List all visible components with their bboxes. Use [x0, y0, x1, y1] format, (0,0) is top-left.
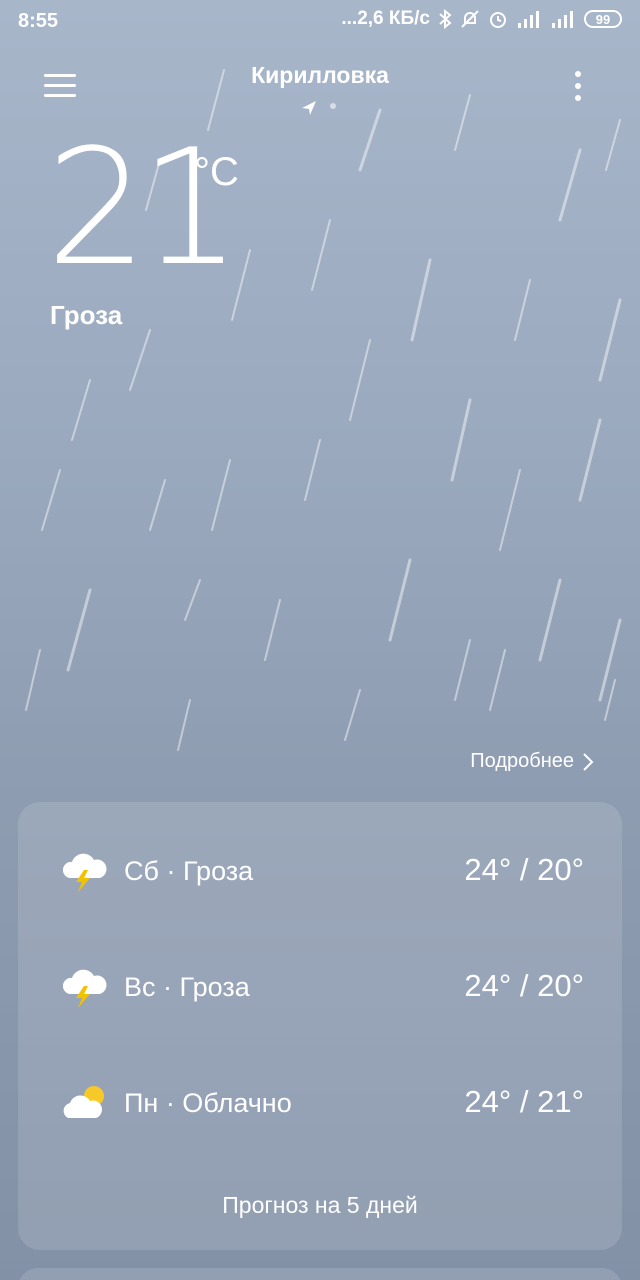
status-icons: ...2,6 КБ/с 99 — [341, 8, 622, 30]
forecast-row[interactable]: Пн · Облачно 24° / 21° — [18, 1074, 622, 1134]
location-page-indicator — [302, 101, 336, 115]
forecast-temps: 24° / 21° — [464, 1084, 584, 1119]
forecast-day-label: Сб · Гроза — [124, 856, 254, 886]
chevron-right-icon — [583, 752, 594, 771]
location-arrow-icon — [302, 101, 316, 115]
temperature-unit: °C — [194, 150, 239, 194]
thunderstorm-icon — [62, 969, 107, 1008]
forecast-day-label: Пн · Облачно — [124, 1088, 292, 1118]
forecast-row[interactable]: Вс · Гроза 24° / 20° — [18, 958, 622, 1018]
mute-icon — [461, 10, 479, 28]
signal-icon — [518, 11, 539, 28]
thunderstorm-icon — [62, 853, 107, 892]
five-day-forecast-button[interactable]: Прогноз на 5 дней — [18, 1192, 622, 1219]
status-time: 8:55 — [18, 10, 59, 32]
bluetooth-icon — [439, 9, 452, 29]
alarm-icon — [490, 12, 506, 28]
forecast-day-label: Вс · Гроза — [124, 972, 250, 1002]
details-link-label: Подробнее — [470, 750, 574, 772]
status-bar: 8:55 ...2,6 КБ/с 99 — [0, 0, 640, 44]
forecast-card[interactable]: Сб · Гроза 24° / 20° Вс · Гроза 24° / 20… — [18, 802, 622, 1250]
network-speed: ...2,6 КБ/с — [341, 8, 430, 29]
vertical-dots-icon[interactable] — [566, 68, 590, 104]
battery-icon: 99 — [584, 10, 622, 28]
signal-icon — [552, 11, 573, 28]
current-condition: Гроза — [50, 300, 123, 330]
forecast-temps: 24° / 20° — [464, 852, 584, 887]
partly-cloudy-icon — [63, 1086, 104, 1118]
city-name[interactable]: Кирилловка — [0, 62, 640, 89]
next-card — [18, 1268, 622, 1280]
details-link[interactable]: Подробнее — [470, 750, 594, 773]
page-dot — [330, 103, 336, 109]
forecast-row[interactable]: Сб · Гроза 24° / 20° — [18, 842, 622, 902]
forecast-temps: 24° / 20° — [464, 968, 584, 1003]
